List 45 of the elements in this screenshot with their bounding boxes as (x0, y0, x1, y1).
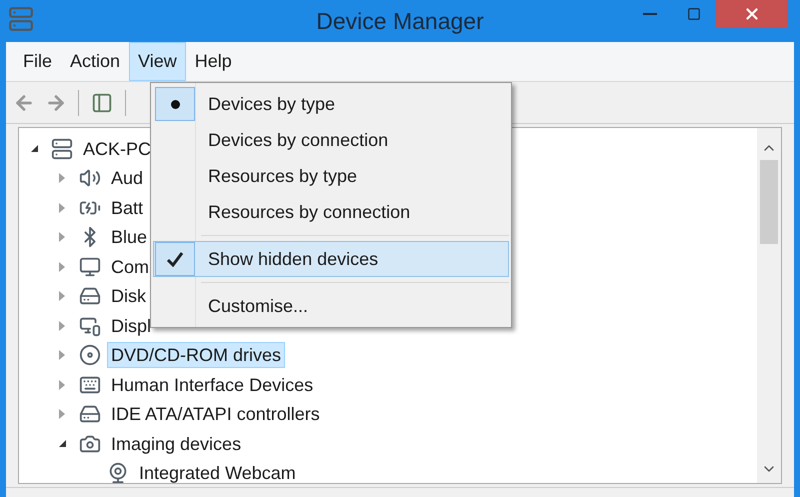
maximize-icon (686, 7, 702, 21)
drive-icon (79, 285, 101, 308)
menu-item[interactable]: Help (186, 42, 241, 81)
tree-item[interactable]: Com (107, 254, 154, 280)
tree-item[interactable]: Blue (107, 224, 152, 250)
scrollbar[interactable] (757, 128, 781, 483)
menu-option[interactable]: Show hidden devices (153, 241, 509, 277)
menu-option[interactable]: Devices by type (153, 86, 509, 122)
menu-item[interactable]: View (129, 42, 186, 81)
close-button[interactable] (716, 0, 788, 28)
menu-option[interactable]: Devices by connection (153, 122, 509, 158)
tree-item[interactable]: Integrated Webcam (135, 460, 300, 483)
scroll-thumb[interactable] (760, 160, 778, 244)
tree-item[interactable]: DVD/CD-ROM drives (107, 342, 286, 368)
collapsed-arrow-icon[interactable] (59, 409, 65, 420)
menu-option[interactable]: Resources by type (153, 158, 509, 194)
collapsed-arrow-icon[interactable] (59, 380, 65, 390)
collapsed-arrow-icon[interactable] (59, 173, 65, 184)
app-icon (8, 6, 34, 32)
collapsed-arrow-icon[interactable] (59, 262, 65, 272)
window-title: Device Manager (316, 6, 484, 36)
tree-item[interactable]: Disk (107, 283, 150, 310)
minimize-icon (643, 13, 657, 15)
menu-option[interactable]: Resources by connection (153, 194, 509, 230)
menu-item[interactable]: File (14, 42, 62, 81)
panel-icon (91, 92, 113, 114)
collapsed-arrow-icon[interactable] (59, 291, 65, 302)
monitor-icon (79, 256, 101, 278)
menu-option[interactable]: Customise... (153, 288, 509, 324)
tree-item[interactable]: IDE ATA/ATAPI controllers (107, 401, 324, 428)
disc-icon (79, 344, 101, 366)
collapsed-arrow-icon[interactable] (59, 232, 65, 242)
webcam-icon (107, 462, 129, 483)
menu-item[interactable]: Action (61, 42, 130, 81)
collapsed-arrow-icon[interactable] (59, 320, 65, 331)
collapsed-arrow-icon[interactable] (59, 350, 65, 360)
tree-item[interactable]: Aud (107, 165, 148, 192)
drive-icon (79, 403, 101, 426)
tree-item[interactable]: Imaging devices (107, 430, 246, 457)
tree-item[interactable]: Batt (107, 194, 148, 221)
tree-item[interactable]: Human Interface Devices (107, 372, 318, 398)
expanded-arrow-icon[interactable] (58, 440, 66, 448)
collapsed-arrow-icon[interactable] (59, 202, 65, 213)
expanded-arrow-icon[interactable] (30, 145, 38, 152)
computer-icon (51, 138, 73, 160)
